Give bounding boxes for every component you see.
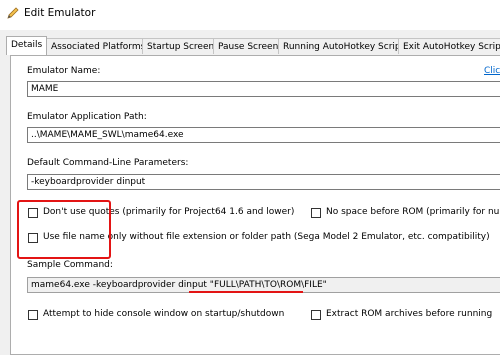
tab-startup-screen[interactable]: Startup Screen xyxy=(142,38,220,54)
click-link[interactable]: Click xyxy=(484,66,500,76)
extract-rom-label[interactable]: Extract ROM archives before running xyxy=(326,309,492,319)
app-path-field[interactable]: ..\MAME\MAME_SWL\mame64.exe xyxy=(27,127,500,143)
no-space-before-rom-checkbox[interactable] xyxy=(311,208,321,218)
sample-command-field: mame64.exe -keyboardprovider dinput "FUL… xyxy=(27,277,500,293)
window-title: Edit Emulator xyxy=(24,7,96,19)
tab-running-autohotkey-script[interactable]: Running AutoHotkey Script xyxy=(278,38,410,54)
cmd-params-field[interactable]: -keyboardprovider dinput xyxy=(27,174,500,190)
tab-associated-platforms[interactable]: Associated Platforms xyxy=(46,38,151,54)
cmd-params-label: Default Command-Line Parameters: xyxy=(27,158,189,168)
tab-details[interactable]: Details xyxy=(6,36,48,55)
dont-use-quotes-label[interactable]: Don't use quotes (primarily for Project6… xyxy=(43,207,294,217)
emulator-name-field[interactable]: MAME xyxy=(27,81,500,97)
tab-pause-screen[interactable]: Pause Screen xyxy=(213,38,284,54)
dont-use-quotes-checkbox[interactable] xyxy=(28,208,38,218)
use-file-name-only-label[interactable]: Use file name only without file extensio… xyxy=(43,232,490,242)
tab-exit-autohotkey-script[interactable]: Exit AutoHotkey Script xyxy=(398,38,500,54)
extract-rom-checkbox[interactable] xyxy=(311,310,321,320)
hide-console-checkbox[interactable] xyxy=(28,310,38,320)
app-path-label: Emulator Application Path: xyxy=(27,112,147,122)
hide-console-label[interactable]: Attempt to hide console window on startu… xyxy=(43,309,284,319)
sample-command-label: Sample Command: xyxy=(27,260,113,270)
title-bar: Edit Emulator xyxy=(0,0,500,30)
no-space-before-rom-label[interactable]: No space before ROM (primarily for nullD… xyxy=(326,207,500,217)
pencil-icon xyxy=(7,7,19,19)
emulator-name-label: Emulator Name: xyxy=(27,66,101,76)
use-file-name-only-checkbox[interactable] xyxy=(28,233,38,243)
